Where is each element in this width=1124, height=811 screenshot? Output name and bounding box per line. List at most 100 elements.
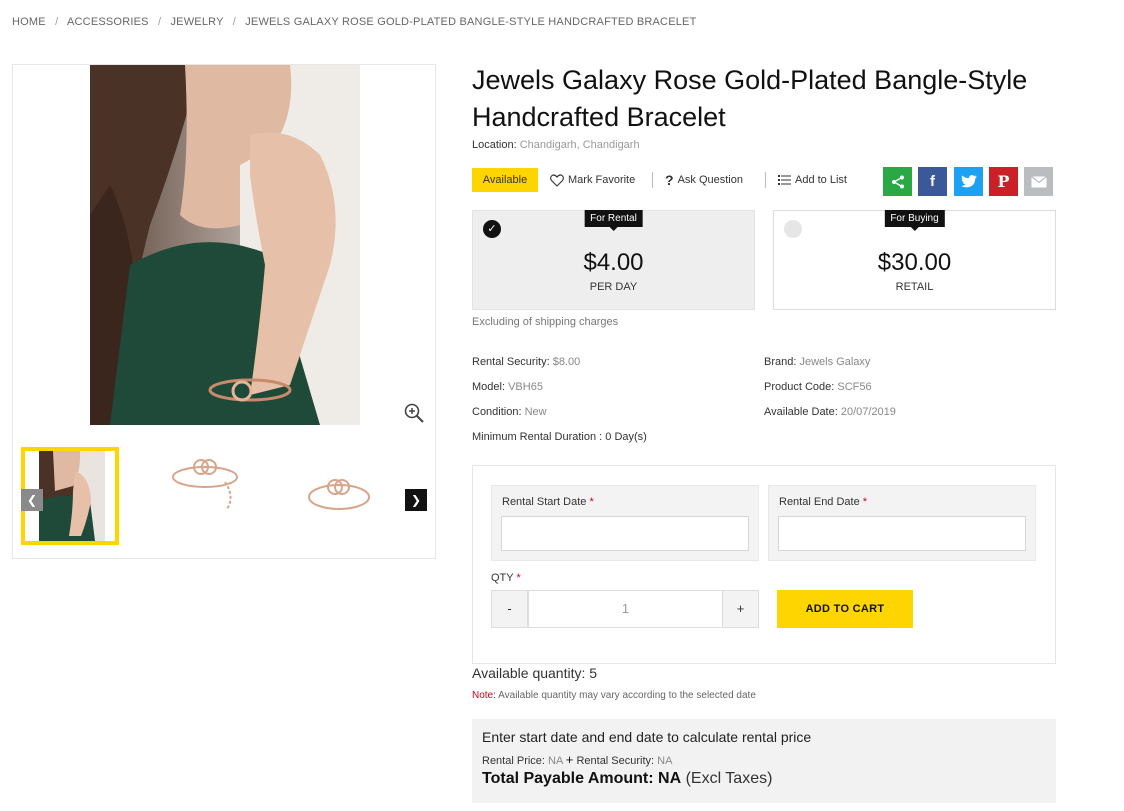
spec-value: SCF56 [837,381,872,393]
facebook-icon: f [930,173,935,190]
spec-rental-security: Rental Security: $8.00 [472,356,580,368]
qty-input[interactable]: 1 [528,590,723,628]
rental-start-date-label: Rental Start Date * [502,496,594,508]
share-icon [891,175,904,188]
heart-icon [550,173,564,187]
spec-value: 20/07/2019 [840,406,896,418]
main-product-image[interactable] [90,65,360,425]
plus-sign: + [565,752,574,767]
spec-brand: Brand: Jewels Galaxy [764,356,870,368]
qty-label: QTY * [491,572,521,584]
label-text: QTY [491,572,514,584]
spec-value: 0 Day(s) [605,431,647,443]
calc-breakdown: Rental Price: NA + Rental Security: NA [482,752,672,767]
rental-tag: For Rental [584,210,643,231]
booking-form: Rental Start Date * Rental End Date * QT… [472,465,1056,664]
spec-value: $8.00 [552,356,581,368]
list-icon [778,175,791,185]
email-button[interactable] [1024,167,1053,196]
breadcrumb-home[interactable]: HOME [12,16,46,28]
buying-price-amount: $30.00 [877,249,952,276]
pinterest-icon: P [997,172,1010,191]
required-mark: * [516,572,521,584]
spec-label: Product Code: [764,381,835,393]
mark-favorite-label: Mark Favorite [568,174,636,186]
rental-security-value: NA [657,755,673,767]
spec-label: Model: [472,381,506,393]
note-text: Available quantity may vary according to… [498,690,756,701]
price-calculation-box: Enter start date and end date to calcula… [472,719,1056,803]
ask-question-label: Ask Question [677,174,743,186]
action-divider [652,172,653,188]
spec-condition: Condition: New [472,406,547,418]
spec-label: Minimum Rental Duration : [472,431,603,443]
breadcrumb-jewelry[interactable]: JEWELRY [170,16,223,28]
total-label: Total Payable Amount: NA [482,770,682,787]
rental-price-value: NA [548,755,563,767]
pinterest-button[interactable]: P [989,167,1018,196]
buying-tag: For Buying [884,210,945,231]
location-value: Chandigarh, Chandigarh [519,139,640,151]
ask-question-link[interactable]: ? Ask Question [665,168,743,192]
twitter-button[interactable] [954,167,983,196]
available-badge: Available [472,168,538,192]
rental-end-date-group: Rental End Date * [768,485,1036,561]
breadcrumb-separator: / [55,16,59,28]
share-button[interactable] [883,167,912,196]
spec-product-code: Product Code: SCF56 [764,381,872,393]
rental-end-date-label: Rental End Date * [779,496,867,508]
label-text: Rental Start Date [502,496,587,508]
rental-start-date-input[interactable] [501,516,749,551]
spec-label: Brand: [764,356,797,368]
rental-end-date-input[interactable] [778,516,1026,551]
buying-price-option[interactable]: For Buying $30.00 RETAIL [773,210,1056,310]
required-mark: * [862,496,868,508]
facebook-button[interactable]: f [918,167,947,196]
action-divider [765,172,766,188]
rental-security-label: Rental Security: [576,755,655,767]
location-label: Location: [472,139,517,151]
breadcrumb: HOME / ACCESSORIES / JEWELRY / JEWELS GA… [12,16,697,28]
product-location: Location: Chandigarh, Chandigarh [472,139,640,151]
buying-price-unit: RETAIL [895,281,934,293]
mark-favorite-link[interactable]: Mark Favorite [550,168,635,192]
availability-note: Note: Available quantity may vary accord… [472,690,756,701]
buying-radio-icon[interactable] [784,220,802,238]
required-mark: * [589,496,594,508]
add-to-list-label: Add to List [795,174,847,186]
shipping-note: Excluding of shipping charges [472,316,619,328]
spec-label: Rental Security: [472,356,550,368]
total-suffix: (Excl Taxes) [685,770,773,787]
qty-decrease-button[interactable]: - [491,590,528,628]
breadcrumb-separator: / [232,16,236,28]
add-to-cart-button[interactable]: ADD TO CART [777,590,913,628]
label-text: Rental End Date [779,496,860,508]
thumbnail-2[interactable] [165,447,263,545]
add-to-list-link[interactable]: Add to List [778,168,847,192]
spec-min-duration: Minimum Rental Duration : 0 Day(s) [472,431,647,443]
rental-price-label: Rental Price: [482,755,545,767]
rental-radio-checked-icon[interactable]: ✓ [483,220,501,238]
spec-value: VBH65 [508,381,543,393]
rental-price-option[interactable]: ✓ For Rental $4.00 PER DAY [472,210,755,310]
rental-price-unit: PER DAY [589,281,638,293]
zoom-icon[interactable] [404,403,424,423]
email-icon [1030,175,1047,187]
spec-available-date: Available Date: 20/07/2019 [764,406,896,418]
thumbnail-strip: ❮ ❯ [21,447,427,545]
rental-price-amount: $4.00 [583,249,644,276]
spec-label: Condition: [472,406,522,418]
breadcrumb-separator: / [157,16,162,28]
qty-increase-button[interactable]: + [722,590,759,628]
product-gallery: ❮ ❯ [12,64,436,559]
product-title: Jewels Galaxy Rose Gold-Plated Bangle-St… [472,65,1028,132]
product-actions: Available Mark Favorite ? Ask Question A… [472,167,1062,196]
total-payable: Total Payable Amount: NA (Excl Taxes) [482,770,772,788]
calc-prompt: Enter start date and end date to calcula… [482,729,812,745]
breadcrumb-current: JEWELS GALAXY ROSE GOLD-PLATED BANGLE-ST… [245,16,697,28]
thumbnail-prev-button[interactable]: ❮ [21,489,43,511]
thumbnail-next-button[interactable]: ❯ [405,489,427,511]
breadcrumb-accessories[interactable]: ACCESSORIES [67,16,149,28]
thumbnail-3[interactable] [293,447,391,545]
spec-label: Available Date: [764,406,838,418]
